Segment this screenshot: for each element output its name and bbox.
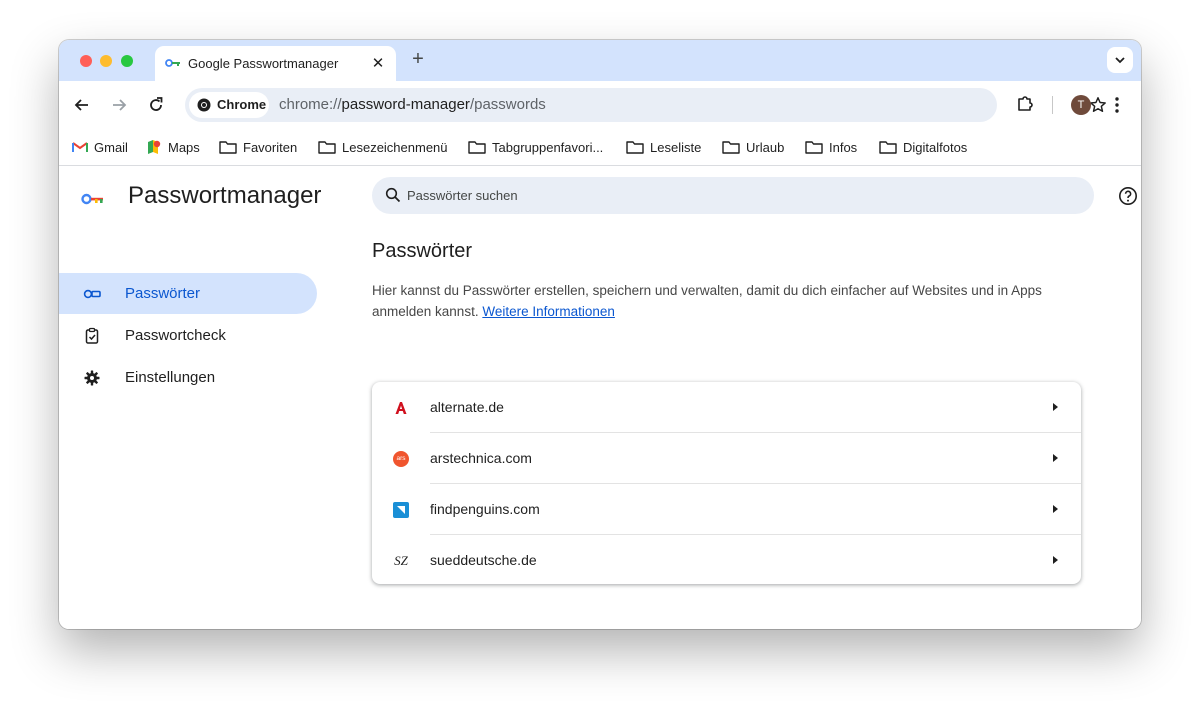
bookmark-folder-tabgruppenfavoriten[interactable]: Tabgruppenfavori... — [468, 137, 603, 157]
learn-more-link[interactable]: Weitere Informationen — [482, 304, 615, 319]
more-menu-icon[interactable] — [1109, 95, 1125, 115]
bookmark-maps[interactable]: Maps — [146, 137, 200, 157]
folder-icon — [626, 140, 644, 154]
bookmark-label: Lesezeichenmenü — [342, 140, 448, 155]
bookmark-label: Gmail — [94, 140, 128, 155]
sidebar-item-label: Passwortcheck — [125, 327, 226, 344]
chrome-logo-icon — [197, 98, 211, 112]
url-host: password-manager — [342, 96, 470, 113]
folder-icon — [318, 140, 336, 154]
tab-strip: Google Passwortmanager ✕ + — [59, 40, 1141, 81]
forward-icon[interactable] — [109, 95, 129, 115]
browser-window: Google Passwortmanager ✕ + — [59, 40, 1141, 629]
url-text[interactable]: chrome://password-manager/passwords — [279, 96, 546, 113]
section-heading: Passwörter — [372, 240, 472, 263]
bookmark-folder-lesezeichenmenue[interactable]: Lesezeichenmenü — [318, 137, 448, 157]
arstechnica-favicon: ars — [392, 450, 410, 468]
bookmark-label: Infos — [829, 140, 857, 155]
search-input[interactable]: Passwörter suchen — [407, 188, 518, 203]
site-name: arstechnica.com — [430, 450, 532, 466]
tab-title: Google Passwortmanager — [188, 56, 338, 71]
site-name: alternate.de — [430, 399, 504, 415]
password-list: alternate.de ars arstechnica.com — [372, 382, 1081, 584]
password-list-item[interactable]: findpenguins.com — [372, 484, 1081, 535]
bookmark-label: Leseliste — [650, 140, 701, 155]
triangle-right-icon — [1050, 401, 1060, 413]
back-icon[interactable] — [72, 95, 92, 115]
site-name: sueddeutsche.de — [430, 552, 537, 568]
password-list-item[interactable]: SZ sueddeutsche.de — [372, 535, 1081, 586]
triangle-right-icon — [1050, 554, 1060, 566]
bookmarks-bar: Gmail Maps Favoriten Lesezeichenmenü — [59, 129, 1141, 166]
findpenguins-favicon — [392, 501, 410, 519]
triangle-right-icon — [1050, 452, 1060, 464]
help-icon[interactable] — [1118, 186, 1138, 206]
sidebar-item-settings[interactable]: Einstellungen — [59, 357, 317, 398]
tab-password-manager[interactable]: Google Passwortmanager ✕ — [155, 46, 396, 81]
new-tab-button[interactable]: + — [408, 48, 428, 71]
bookmark-star-icon[interactable] — [1089, 96, 1107, 114]
key-icon — [83, 285, 101, 303]
toolbar: Chrome chrome://password-manager/passwor… — [59, 81, 1141, 129]
bookmark-folder-infos[interactable]: Infos — [805, 137, 857, 157]
toolbar-divider — [1052, 96, 1053, 114]
sz-logo: SZ — [394, 553, 408, 569]
password-manager-logo-icon — [81, 192, 105, 206]
url-path: /passwords — [470, 96, 546, 113]
site-name: findpenguins.com — [430, 501, 540, 517]
minimize-window-button[interactable] — [100, 55, 112, 67]
folder-icon — [219, 140, 237, 154]
app-title: Passwortmanager — [128, 182, 321, 210]
search-icon — [385, 187, 401, 203]
bookmark-label: Maps — [168, 140, 200, 155]
password-search[interactable]: Passwörter suchen — [372, 177, 1094, 214]
folder-icon — [722, 140, 740, 154]
profile-avatar[interactable]: T — [1071, 95, 1091, 115]
ars-badge: ars — [393, 451, 409, 467]
password-manager-page: Passwortmanager Passwörter suchen Passwö… — [59, 166, 1141, 629]
folder-icon — [468, 140, 486, 154]
chevron-down-icon — [1114, 56, 1126, 64]
maps-icon — [146, 139, 162, 155]
sidebar-item-label: Einstellungen — [125, 369, 215, 386]
sueddeutsche-favicon: SZ — [392, 552, 410, 570]
triangle-right-icon — [1050, 503, 1060, 515]
section-description: Hier kannst du Passwörter erstellen, spe… — [372, 280, 1087, 322]
sidebar-item-label: Passwörter — [125, 285, 200, 302]
key-icon — [165, 57, 181, 69]
description-text: Hier kannst du Passwörter erstellen, spe… — [372, 283, 1042, 319]
bookmark-folder-leseliste[interactable]: Leseliste — [626, 137, 701, 157]
extensions-icon[interactable] — [1016, 95, 1034, 113]
tab-search-button[interactable] — [1107, 47, 1133, 73]
password-list-item[interactable]: ars arstechnica.com — [372, 433, 1081, 484]
bookmark-folder-favoriten[interactable]: Favoriten — [219, 137, 297, 157]
gmail-icon — [72, 141, 88, 153]
sidebar-item-password-check[interactable]: Passwortcheck — [59, 315, 317, 356]
close-tab-icon[interactable]: ✕ — [370, 54, 386, 72]
password-list-item[interactable]: alternate.de — [372, 382, 1081, 433]
bookmark-folder-digitalfotos[interactable]: Digitalfotos — [879, 137, 967, 157]
bookmark-gmail[interactable]: Gmail — [72, 137, 128, 157]
address-bar[interactable]: Chrome chrome://password-manager/passwor… — [185, 88, 997, 122]
url-scheme: chrome:// — [279, 96, 342, 113]
folder-icon — [805, 140, 823, 154]
bookmark-label: Tabgruppenfavori... — [492, 140, 603, 155]
folder-icon — [879, 140, 897, 154]
bookmark-folder-urlaub[interactable]: Urlaub — [722, 137, 784, 157]
alternate-favicon — [392, 399, 410, 417]
gear-icon — [83, 369, 101, 387]
clipboard-check-icon — [83, 327, 101, 345]
bookmark-label: Urlaub — [746, 140, 784, 155]
site-info-chip[interactable]: Chrome — [189, 92, 269, 118]
bookmark-label: Favoriten — [243, 140, 297, 155]
close-window-button[interactable] — [80, 55, 92, 67]
bookmark-label: Digitalfotos — [903, 140, 967, 155]
sidebar-item-passwords[interactable]: Passwörter — [59, 273, 317, 314]
zoom-window-button[interactable] — [121, 55, 133, 67]
chip-label: Chrome — [217, 97, 266, 112]
reload-icon[interactable] — [146, 95, 166, 115]
